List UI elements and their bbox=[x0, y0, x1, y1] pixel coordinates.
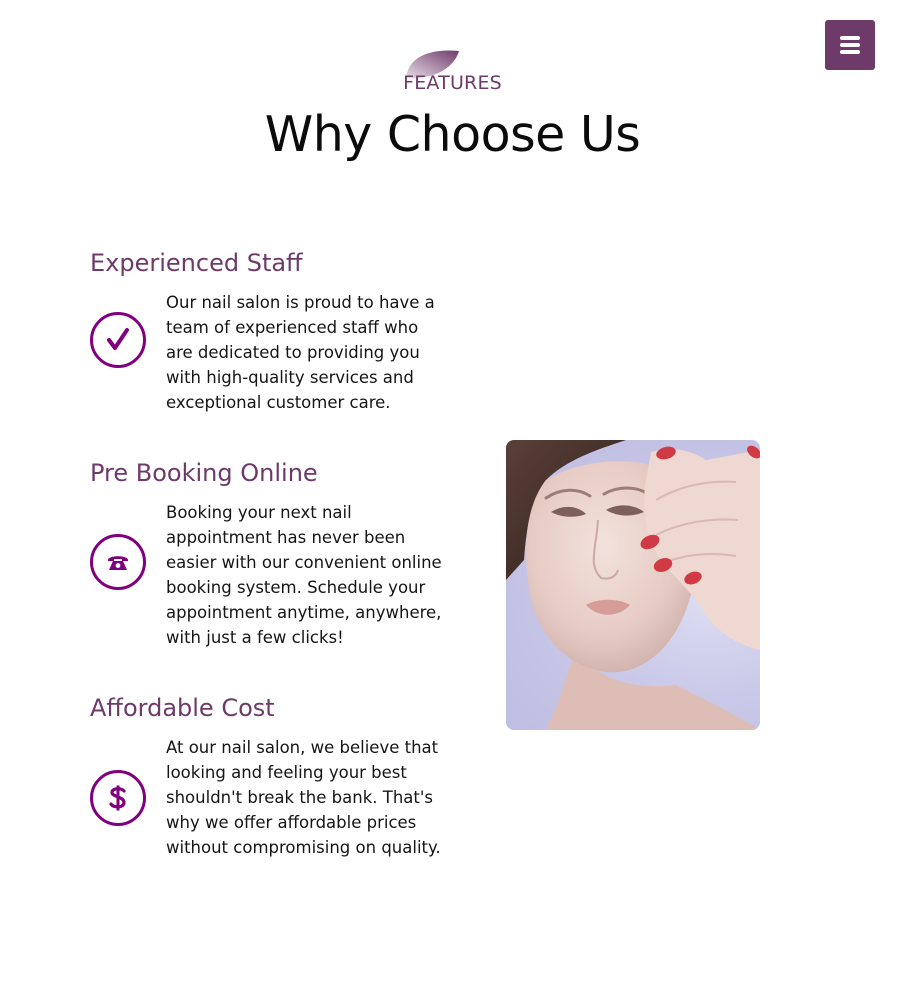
feature-pre-booking-online: Pre Booking Online Booking your next nai… bbox=[90, 458, 450, 650]
woman-manicure-photo bbox=[506, 440, 760, 730]
checkmark-icon bbox=[90, 312, 146, 368]
feature-affordable-cost: Affordable Cost At our nail salon, we be… bbox=[90, 693, 450, 860]
feature-title: Affordable Cost bbox=[90, 694, 275, 722]
menu-button[interactable] bbox=[825, 20, 875, 70]
feature-description: Our nail salon is proud to have a team o… bbox=[166, 293, 435, 412]
feature-title: Experienced Staff bbox=[90, 249, 303, 277]
phone-icon bbox=[90, 534, 146, 590]
feature-description: At our nail salon, we believe that looki… bbox=[166, 738, 441, 857]
feature-experienced-staff: Experienced Staff Our nail salon is prou… bbox=[90, 248, 450, 415]
feature-title: Pre Booking Online bbox=[90, 459, 318, 487]
hamburger-menu-icon bbox=[840, 35, 860, 55]
dollar-icon bbox=[90, 770, 146, 826]
page-title: Why Choose Us bbox=[264, 106, 641, 163]
feature-description: Booking your next nail appointment has n… bbox=[166, 503, 442, 647]
section-eyebrow: FEATURES bbox=[403, 72, 502, 94]
